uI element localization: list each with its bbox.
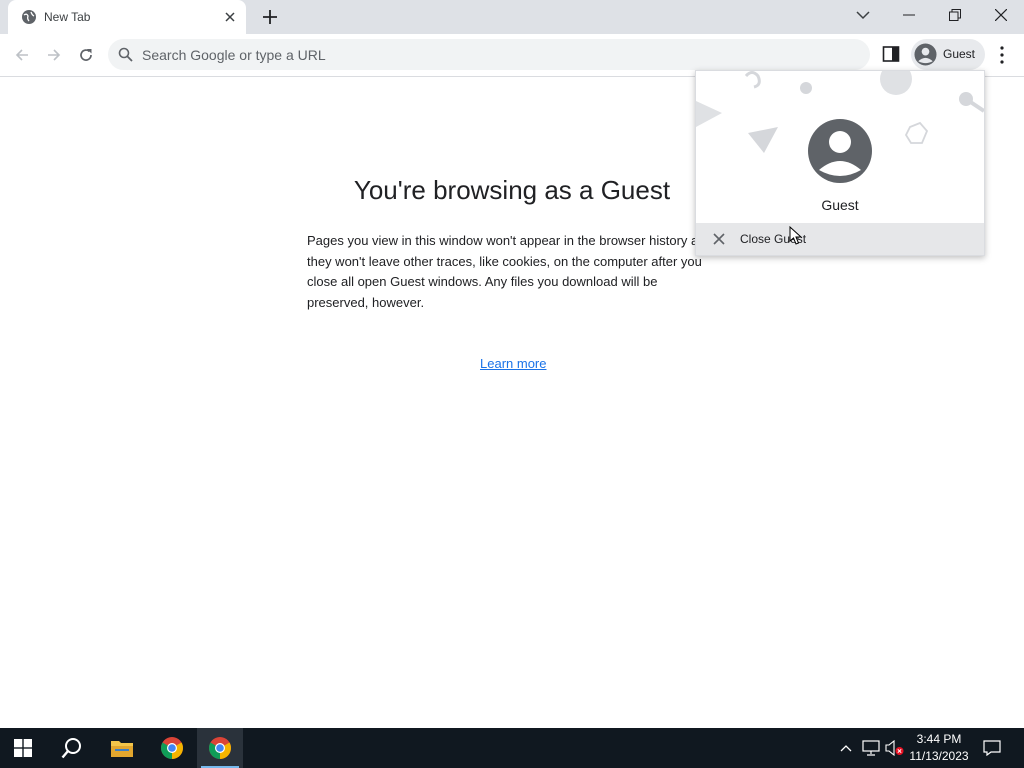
close-guest-button[interactable]: Close Guest — [696, 223, 984, 255]
reload-icon — [80, 49, 92, 61]
chevron-up-icon — [840, 745, 852, 752]
forward-button[interactable] — [43, 44, 65, 66]
taskbar: 3:44 PM 11/13/2023 — [0, 728, 1024, 768]
page-title: You're browsing as a Guest — [353, 175, 671, 205]
system-clock[interactable]: 3:44 PM 11/13/2023 — [905, 731, 973, 765]
taskbar-chrome-button[interactable] — [149, 728, 195, 768]
close-icon — [713, 233, 725, 245]
close-window-button[interactable] — [978, 0, 1024, 30]
learn-more-link[interactable]: Learn more — [480, 356, 546, 371]
more-menu-icon[interactable] — [994, 44, 1010, 66]
close-tab-icon[interactable] — [222, 9, 238, 25]
start-button[interactable] — [0, 728, 46, 768]
chevron-down-icon — [856, 11, 870, 20]
address-bar[interactable] — [108, 39, 870, 70]
folder-icon — [111, 741, 133, 757]
profile-menu: Guest Close Guest — [695, 70, 985, 256]
search-input[interactable] — [142, 39, 842, 70]
profile-button[interactable]: Guest — [911, 39, 985, 70]
reload-button[interactable] — [75, 44, 97, 66]
minimize-button[interactable] — [886, 0, 932, 30]
file-explorer-button[interactable] — [99, 728, 145, 768]
clock-date: 11/13/2023 — [909, 749, 969, 763]
windows-logo-icon — [14, 739, 32, 757]
tab-search-button[interactable] — [840, 0, 886, 30]
tab-strip: New Tab — [0, 0, 1024, 34]
restore-icon — [949, 9, 961, 21]
chrome-icon — [161, 737, 183, 759]
network-button[interactable] — [860, 728, 882, 768]
volume-muted-icon — [885, 740, 904, 756]
notification-icon — [983, 740, 1001, 756]
taskbar-chrome-guest-button[interactable] — [197, 728, 243, 768]
search-icon — [61, 738, 81, 759]
minimize-icon — [903, 14, 915, 16]
mouse-pointer-icon — [789, 226, 803, 245]
taskbar-search-button[interactable] — [49, 728, 95, 768]
action-center-button[interactable] — [980, 728, 1004, 768]
clock-time: 3:44 PM — [916, 732, 962, 746]
search-icon — [118, 47, 133, 62]
restore-button[interactable] — [932, 0, 978, 30]
forward-arrow-icon — [48, 49, 61, 61]
chrome-icon — [209, 737, 231, 759]
avatar-icon — [914, 43, 937, 66]
profile-label: Guest — [943, 47, 976, 61]
guest-avatar-icon — [808, 119, 872, 183]
globe-icon — [22, 10, 36, 24]
guest-description: Pages you view in this window won't appe… — [307, 233, 713, 310]
tab-title: New Tab — [44, 10, 91, 24]
tab-new-tab[interactable]: New Tab — [8, 0, 246, 34]
new-tab-plus-icon[interactable] — [259, 6, 281, 28]
close-icon — [995, 9, 1007, 21]
profile-name: Guest — [821, 197, 859, 213]
back-button[interactable] — [11, 44, 33, 66]
show-hidden-icons-button[interactable] — [836, 728, 856, 768]
volume-button[interactable] — [884, 728, 906, 768]
network-icon — [862, 740, 880, 756]
back-arrow-icon — [15, 49, 28, 61]
side-panel-icon[interactable] — [882, 45, 900, 63]
